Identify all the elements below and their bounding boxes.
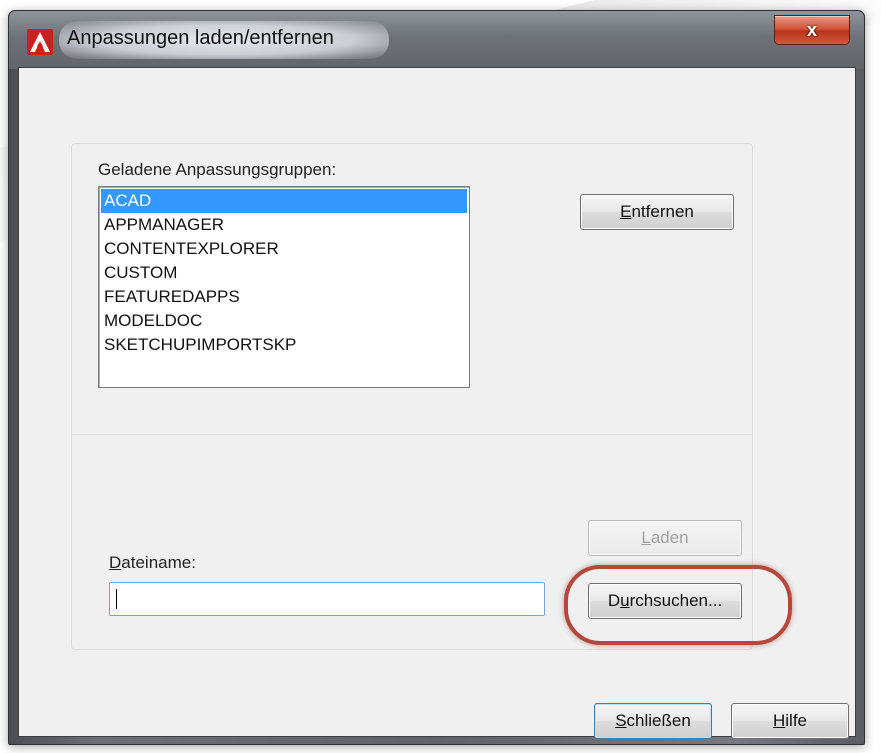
autocad-logo-icon bbox=[27, 29, 53, 55]
filename-mnemonic: D bbox=[109, 553, 122, 572]
loaded-groups-section: Geladene Anpassungsgruppen: ACAD APPMANA… bbox=[72, 144, 752, 434]
title-bar[interactable]: Anpassungen laden/entfernen x bbox=[9, 11, 864, 69]
dialog-window: Anpassungen laden/entfernen x Geladene A… bbox=[8, 10, 865, 745]
text-caret bbox=[116, 589, 117, 609]
list-item[interactable]: FEATUREDAPPS bbox=[99, 285, 469, 309]
help-label: ilfe bbox=[785, 711, 807, 730]
close-window-button[interactable]: x bbox=[774, 15, 850, 45]
list-item[interactable]: MODELDOC bbox=[99, 309, 469, 333]
remove-button[interactable]: Entfernen bbox=[580, 194, 734, 230]
help-button[interactable]: Hilfe bbox=[731, 703, 849, 739]
list-item[interactable]: CUSTOM bbox=[99, 261, 469, 285]
close-icon: x bbox=[806, 19, 817, 40]
filename-input[interactable] bbox=[109, 582, 545, 616]
list-item[interactable]: CONTENTEXPLORER bbox=[99, 237, 469, 261]
remove-label: ntfernen bbox=[631, 202, 694, 221]
list-item[interactable]: SKETCHUPIMPORTSKP bbox=[99, 333, 469, 357]
close-mnemonic: S bbox=[615, 711, 627, 730]
list-item[interactable]: ACAD bbox=[101, 189, 467, 213]
load-label: aden bbox=[650, 528, 689, 547]
browse-highlight-annotation bbox=[564, 565, 792, 645]
list-item[interactable]: APPMANAGER bbox=[99, 213, 469, 237]
load-button[interactable]: Laden bbox=[588, 520, 742, 556]
filename-label-text: ateiname: bbox=[121, 553, 196, 572]
close-label: chließen bbox=[626, 711, 691, 730]
remove-mnemonic: E bbox=[620, 202, 632, 221]
close-dialog-button[interactable]: Schließen bbox=[594, 703, 712, 739]
load-mnemonic: L bbox=[641, 528, 651, 547]
filename-label: Dateiname: bbox=[109, 553, 196, 573]
loaded-groups-label: Geladene Anpassungsgruppen: bbox=[98, 160, 337, 179]
dialog-client-area: Geladene Anpassungsgruppen: ACAD APPMANA… bbox=[18, 67, 856, 739]
section-divider bbox=[72, 434, 752, 435]
window-title: Anpassungen laden/entfernen bbox=[67, 27, 334, 49]
customization-groups-list[interactable]: ACAD APPMANAGER CONTENTEXPLORER CUSTOM F… bbox=[98, 186, 470, 388]
help-mnemonic: H bbox=[772, 711, 786, 730]
